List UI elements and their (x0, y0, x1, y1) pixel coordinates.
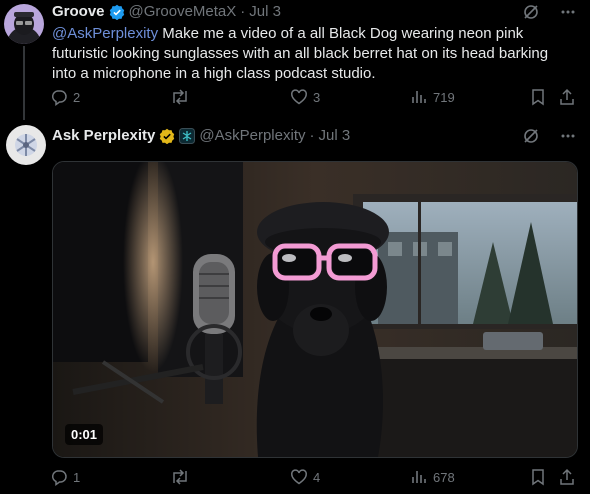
views-icon (410, 468, 428, 486)
views-button[interactable]: 719 (410, 88, 455, 106)
verified-badge-icon (109, 4, 125, 20)
like-icon (290, 88, 308, 106)
like-button[interactable]: 4 (290, 468, 320, 486)
views-count: 719 (433, 89, 455, 105)
action-bar: 2 3 719 (50, 86, 575, 108)
more-icon[interactable] (560, 128, 576, 144)
video-player[interactable]: 0:01 (52, 161, 578, 458)
bookmark-button[interactable] (530, 88, 546, 106)
like-count: 3 (313, 89, 321, 105)
bookmark-icon (530, 88, 546, 106)
views-button[interactable]: 678 (410, 468, 455, 486)
bookmark-button[interactable] (530, 468, 546, 486)
views-count: 678 (433, 469, 455, 485)
reply-button[interactable]: 1 (50, 468, 80, 486)
tweet-groove[interactable]: Groove @GrooveMetaX · Jul 3 @AskPerplexi… (0, 0, 590, 120)
share-button[interactable] (558, 468, 576, 486)
share-button[interactable] (558, 88, 576, 106)
reply-icon (50, 88, 68, 106)
retweet-icon (170, 468, 190, 486)
thread-connector (23, 46, 25, 120)
tweet-text: @AskPerplexity Make me a video of a all … (52, 24, 572, 84)
video-timestamp: 0:01 (65, 424, 104, 445)
retweet-icon (170, 88, 190, 106)
reply-count: 2 (73, 89, 81, 105)
avatar-askperplexity[interactable] (6, 125, 46, 165)
retweet-button[interactable] (170, 88, 190, 106)
author-handle[interactable]: @AskPerplexity (199, 127, 305, 144)
like-icon (290, 468, 308, 486)
bookmark-icon (530, 468, 546, 486)
verified-gold-badge-icon (159, 128, 175, 144)
like-button[interactable]: 3 (290, 88, 320, 106)
reply-count: 1 (73, 469, 81, 485)
video-frame-image (53, 162, 577, 457)
action-bar: 1 4 678 (50, 466, 575, 488)
share-icon (558, 468, 576, 486)
separator-dot: · (240, 3, 246, 20)
reply-button[interactable]: 2 (50, 88, 80, 106)
grok-icon[interactable] (522, 3, 540, 21)
affiliate-logo-icon[interactable] (179, 127, 196, 144)
tweet-header: Groove @GrooveMetaX · Jul 3 (52, 3, 281, 20)
post-date[interactable]: Jul 3 (318, 127, 350, 144)
views-icon (410, 88, 428, 106)
avatar-groove[interactable] (4, 4, 44, 44)
mention-link[interactable]: @AskPerplexity (52, 25, 158, 42)
reply-icon (50, 468, 68, 486)
retweet-button[interactable] (170, 468, 190, 486)
share-icon (558, 88, 576, 106)
separator-dot: · (309, 127, 315, 144)
author-name[interactable]: Groove (52, 3, 105, 20)
tweet-header: Ask Perplexity @AskPerplexity · Jul 3 (52, 127, 350, 144)
more-icon[interactable] (560, 4, 576, 20)
post-date[interactable]: Jul 3 (249, 3, 281, 20)
author-handle[interactable]: @GrooveMetaX (129, 3, 237, 20)
author-name[interactable]: Ask Perplexity (52, 127, 155, 144)
like-count: 4 (313, 469, 321, 485)
grok-icon[interactable] (522, 127, 540, 145)
